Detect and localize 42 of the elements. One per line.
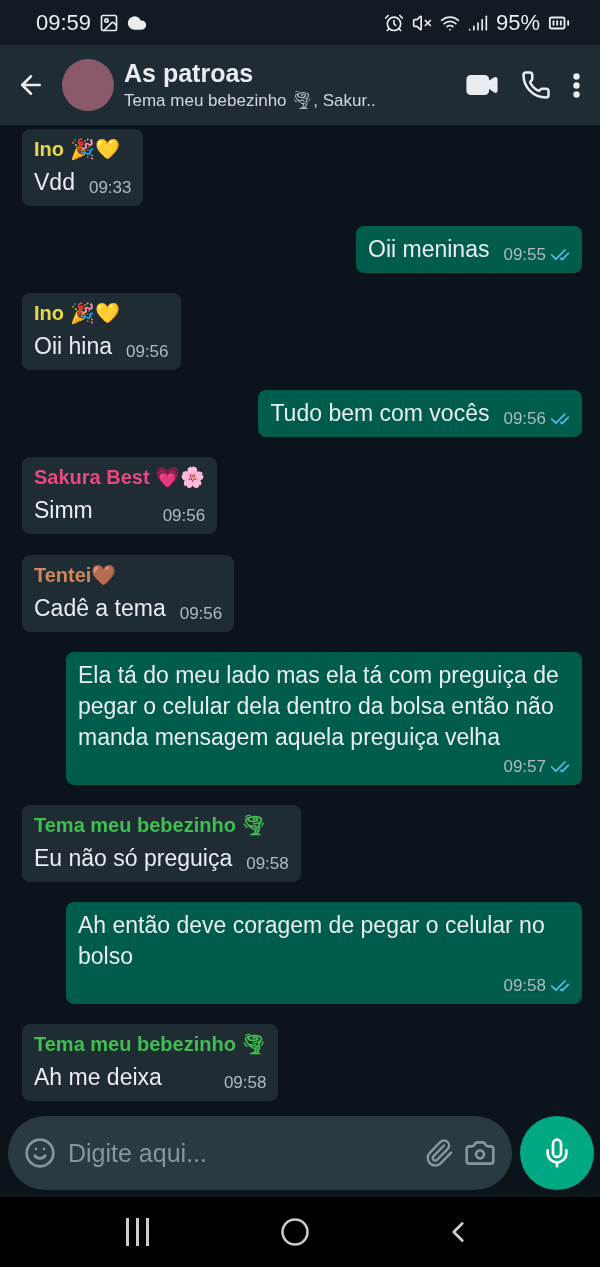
sender-name: Tema meu bebezinho 🌪 bbox=[34, 1032, 267, 1056]
message-time: 09:56 bbox=[179, 603, 223, 624]
message-time: 09:55 bbox=[503, 245, 546, 266]
message-text: Oii meninas bbox=[368, 235, 490, 265]
chat-members: Tema meu bebezinho 🌪, Sakur.. bbox=[124, 90, 377, 111]
alarm-icon bbox=[383, 12, 404, 33]
status-time: 09:59 bbox=[36, 9, 92, 36]
phone-icon bbox=[521, 70, 551, 100]
sender-name: Sakura Best 💗🌸 bbox=[34, 465, 206, 490]
sender-name: Tentei🤎 bbox=[34, 562, 118, 587]
message-time: 09:57 bbox=[503, 756, 546, 777]
message-time: 09:58 bbox=[223, 1073, 267, 1093]
message-field[interactable]: Digite aqui... bbox=[8, 1116, 512, 1190]
message-time: 09:58 bbox=[503, 975, 546, 996]
message-time: 09:56 bbox=[162, 506, 206, 527]
battery-percent: 95% bbox=[495, 9, 540, 36]
chat-title: As patroas bbox=[124, 59, 255, 88]
message-text: Cadê a tema bbox=[34, 593, 166, 623]
sender-name: Ino 🎉💛 bbox=[34, 137, 121, 161]
message-text: Eu não só preguiça bbox=[34, 843, 233, 873]
mute-icon bbox=[411, 12, 432, 33]
message-time: 09:56 bbox=[126, 342, 169, 363]
message-time: 09:33 bbox=[88, 178, 132, 198]
message-text: Ah me deixa bbox=[34, 1063, 162, 1092]
message-text: Simm bbox=[34, 496, 93, 526]
image-icon bbox=[99, 12, 120, 33]
sender-name: Ino 🎉💛 bbox=[34, 301, 121, 326]
message-text: Oii hina bbox=[34, 332, 112, 362]
message-text: Tudo bem com vocês bbox=[270, 399, 490, 429]
menu-icon bbox=[573, 72, 580, 98]
recent-apps-icon bbox=[125, 1218, 149, 1246]
message-text: Ela tá do meu lado mas ela tá com preguiça de pegar o celular dela dentro da bolsa então não manda mensagem aquela preguiça velha bbox=[78, 660, 560, 752]
attach-icon bbox=[424, 1138, 454, 1168]
message-time: 09:58 bbox=[246, 853, 289, 874]
home-icon bbox=[279, 1217, 310, 1247]
message-time: 09:56 bbox=[503, 409, 546, 430]
message-text: Ah então deve coragem de pegar o celular no bolso bbox=[78, 910, 546, 971]
message-text: Vdd bbox=[34, 168, 75, 197]
message-input[interactable]: Digite aqui... bbox=[66, 1137, 414, 1169]
emoji-icon bbox=[24, 1137, 56, 1169]
sender-name: Tema meu bebezinho 🌪 bbox=[34, 812, 268, 837]
group-avatar bbox=[62, 59, 114, 111]
